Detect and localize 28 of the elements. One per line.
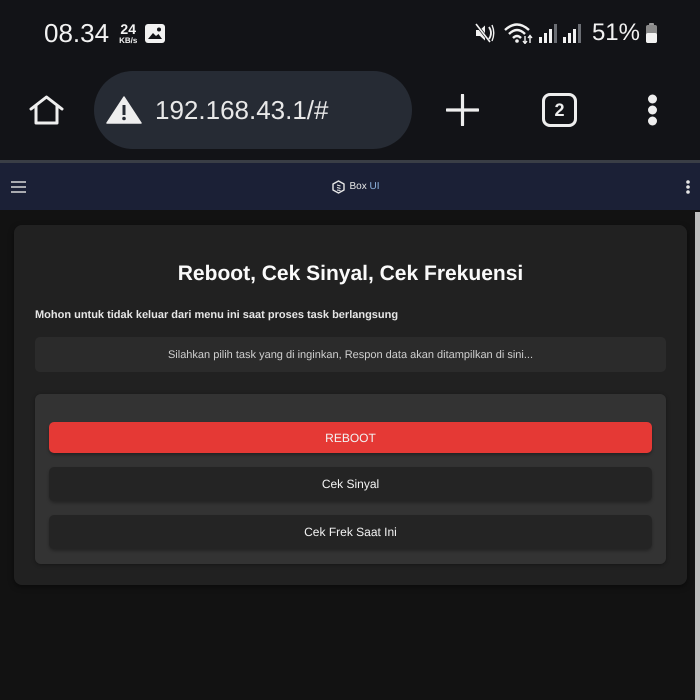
response-box: Silahkan pilih task yang di inginkan, Respon data akan ditampilkan di sini... [35,337,666,372]
card-title: Reboot, Cek Sinyal, Cek Frekuensi [176,261,524,287]
more-icon[interactable] [647,94,658,126]
scrollbar[interactable] [695,212,700,700]
battery-icon [646,23,657,43]
task-button[interactable]: Cek Sinyal [49,467,652,501]
clock-time: 08.34 [44,20,110,46]
network-speed-unit: KB/s [119,36,138,44]
home-icon[interactable] [29,95,64,125]
hexagon-logo-icon [332,180,346,194]
warning-text: Mohon untuk tidak keluar dari menu ini saat proses task berlangsung [35,308,400,322]
mute-icon [474,23,495,43]
reboot-button[interactable]: REBOOT [49,422,652,453]
url-text: 192.168.43.1/# [155,94,328,126]
address-bar[interactable]: 192.168.43.1/# [94,71,412,149]
image-icon [145,24,166,42]
signal-icon [562,24,582,42]
menu-icon[interactable] [11,180,26,192]
brand-name: Box UI [349,181,380,192]
tab-count-button[interactable]: 2 [542,93,577,127]
signal-icon [538,24,558,42]
network-speed-value: 24 [120,22,136,36]
task-button[interactable]: Cek Frek Saat Ini [49,515,652,549]
wifi-icon [504,22,534,44]
plus-icon[interactable] [446,94,479,126]
warning-icon[interactable] [106,96,142,124]
battery-percentage: 51% [592,21,640,45]
more-icon[interactable] [686,180,690,194]
